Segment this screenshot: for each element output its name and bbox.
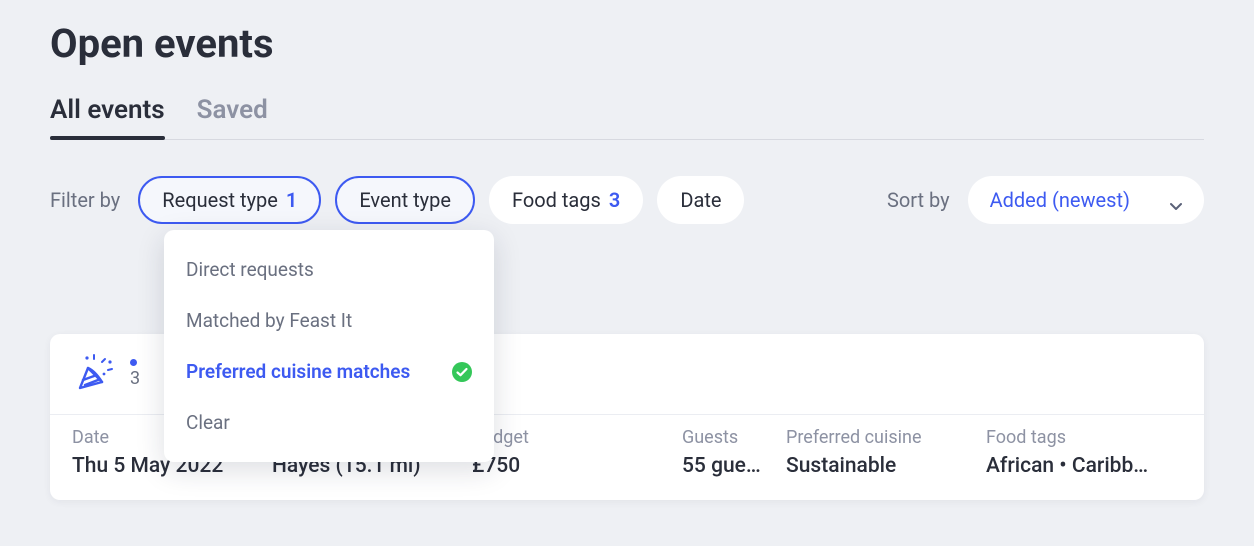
status-dot-icon xyxy=(130,359,137,366)
sort-by-label: Sort by xyxy=(887,188,950,212)
filter-pill-date-label: Date xyxy=(680,188,721,212)
check-circle-icon xyxy=(452,362,472,382)
request-type-dropdown: Direct requests Matched by Feast It Pref… xyxy=(164,230,494,462)
dropdown-item-clear[interactable]: Clear xyxy=(164,397,494,448)
col-label-cuisine: Preferred cuisine xyxy=(786,427,986,448)
col-value-guests: 55 gue… xyxy=(682,454,786,478)
filter-pill-food-tags-count: 3 xyxy=(609,188,620,212)
sort-selected-value: Added (newest) xyxy=(990,188,1130,212)
col-value-cuisine: Sustainable xyxy=(786,454,986,478)
filter-pill-date[interactable]: Date xyxy=(657,176,744,224)
chevron-down-icon xyxy=(1170,194,1182,206)
dropdown-item-matched-by-feast-it[interactable]: Matched by Feast It xyxy=(164,295,494,346)
filter-pill-request-type[interactable]: Request type 1 xyxy=(138,176,321,224)
tab-saved[interactable]: Saved xyxy=(197,95,268,139)
filter-pill-request-type-label: Request type xyxy=(162,188,278,212)
col-label-budget: Budget xyxy=(472,427,682,448)
filter-pill-event-type[interactable]: Event type xyxy=(335,176,475,224)
col-value-food-tags: African • Caribb… xyxy=(986,454,1182,478)
filter-by-label: Filter by xyxy=(50,188,120,212)
dropdown-item-label: Clear xyxy=(186,411,230,434)
event-header-count: 3 xyxy=(130,368,140,389)
sort-select[interactable]: Added (newest) xyxy=(968,176,1204,224)
filter-pill-food-tags-label: Food tags xyxy=(512,188,601,212)
filter-sort-row: Filter by Request type 1 Event type Food… xyxy=(50,176,1204,224)
dropdown-item-direct-requests[interactable]: Direct requests xyxy=(164,244,494,295)
filter-pill-event-type-label: Event type xyxy=(359,188,451,212)
party-popper-icon xyxy=(72,352,116,396)
dropdown-item-label: Preferred cuisine matches xyxy=(186,360,410,383)
col-value-budget: £750 xyxy=(472,454,682,478)
tab-all-events[interactable]: All events xyxy=(50,95,165,139)
col-label-guests: Guests xyxy=(682,427,786,448)
filter-pill-food-tags[interactable]: Food tags 3 xyxy=(489,176,643,224)
tabs: All events Saved xyxy=(50,95,1204,140)
filter-pill-request-type-count: 1 xyxy=(286,188,297,212)
dropdown-item-label: Matched by Feast It xyxy=(186,309,352,332)
page-title: Open events xyxy=(50,20,1204,67)
col-label-food-tags: Food tags xyxy=(986,427,1182,448)
dropdown-item-preferred-cuisine-matches[interactable]: Preferred cuisine matches xyxy=(164,346,494,397)
dropdown-item-label: Direct requests xyxy=(186,258,314,281)
